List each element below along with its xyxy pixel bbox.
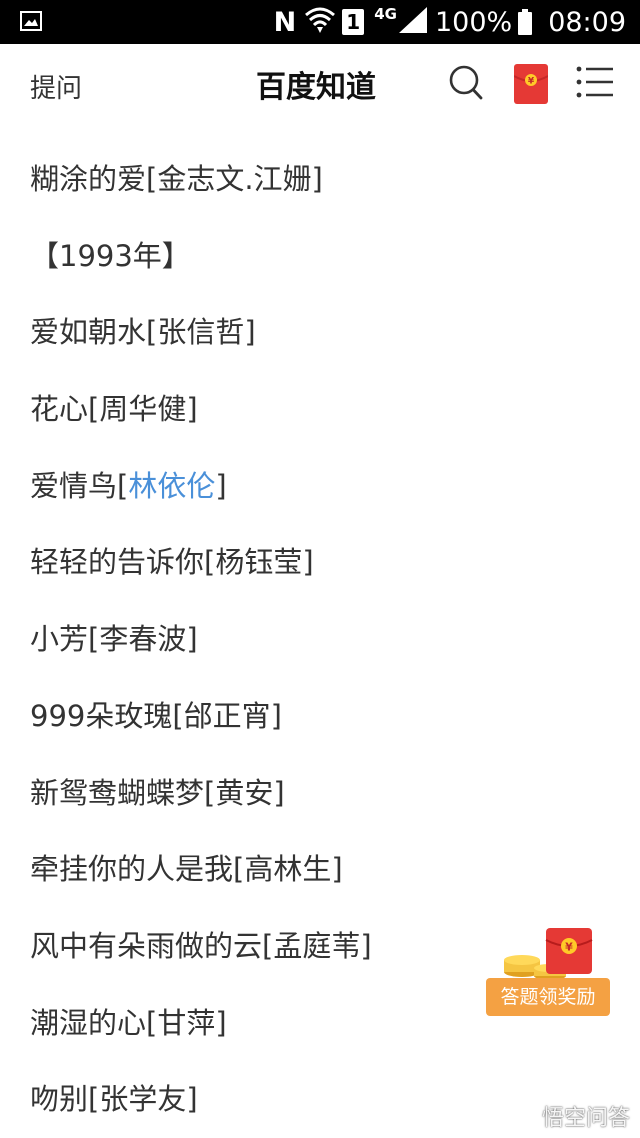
list-item: 糊涂的爱[金志文.江姗] [30,162,323,196]
list-item: 花心[周华健] [30,392,198,427]
app-header: 提问 百度知道 ¥ [0,44,640,124]
battery-icon [518,9,533,35]
list-item: 爱如朝水[张信哲] [30,315,256,350]
battery-percent: 100% [434,6,513,38]
clock: 08:09 [548,6,626,38]
svg-text:¥: ¥ [528,77,535,87]
watermark-text: 悟空问答 [541,1106,630,1131]
red-packet-icon[interactable]: ¥ [513,64,549,108]
list-item: 牵挂你的人是我[高林生] [30,852,343,887]
list-item: 新鸳鸯蝴蝶梦[黄安] [30,775,285,810]
coins-red-packet-icon: ¥ [504,928,593,980]
signal-icon [398,7,427,37]
wifi-icon [304,5,336,39]
wukong-logo-icon [509,1102,537,1130]
watermark: 悟空问答 [508,1100,630,1132]
year-heading: 【1993年】 [30,238,191,273]
bracket-close: ] [215,468,227,503]
reward-float-button[interactable]: ¥ 答题领奖励 [484,926,610,1018]
currency-symbol: ¥ [565,941,573,954]
list-item: 爱情鸟[林依伦] [30,448,610,525]
sim-indicator: 1 [342,9,365,35]
list-item: 小芳[李春波] [30,622,198,657]
nfc-icon: N [273,6,297,38]
network-type: 4G [374,5,397,23]
menu-icon[interactable] [576,66,614,102]
song-title: 爱情鸟[ [30,468,129,503]
search-icon[interactable] [448,64,484,106]
list-item: 999朵玫瑰[邰正宵] [30,698,282,733]
singer-link[interactable]: 林依伦 [128,469,215,503]
list-item: 轻轻的告诉你[杨钰莹] [30,545,314,580]
gallery-icon [20,11,42,35]
status-bar: N 1 4G 100% 08:09 [0,0,640,44]
reward-label: 答题领奖励 [486,978,610,1016]
